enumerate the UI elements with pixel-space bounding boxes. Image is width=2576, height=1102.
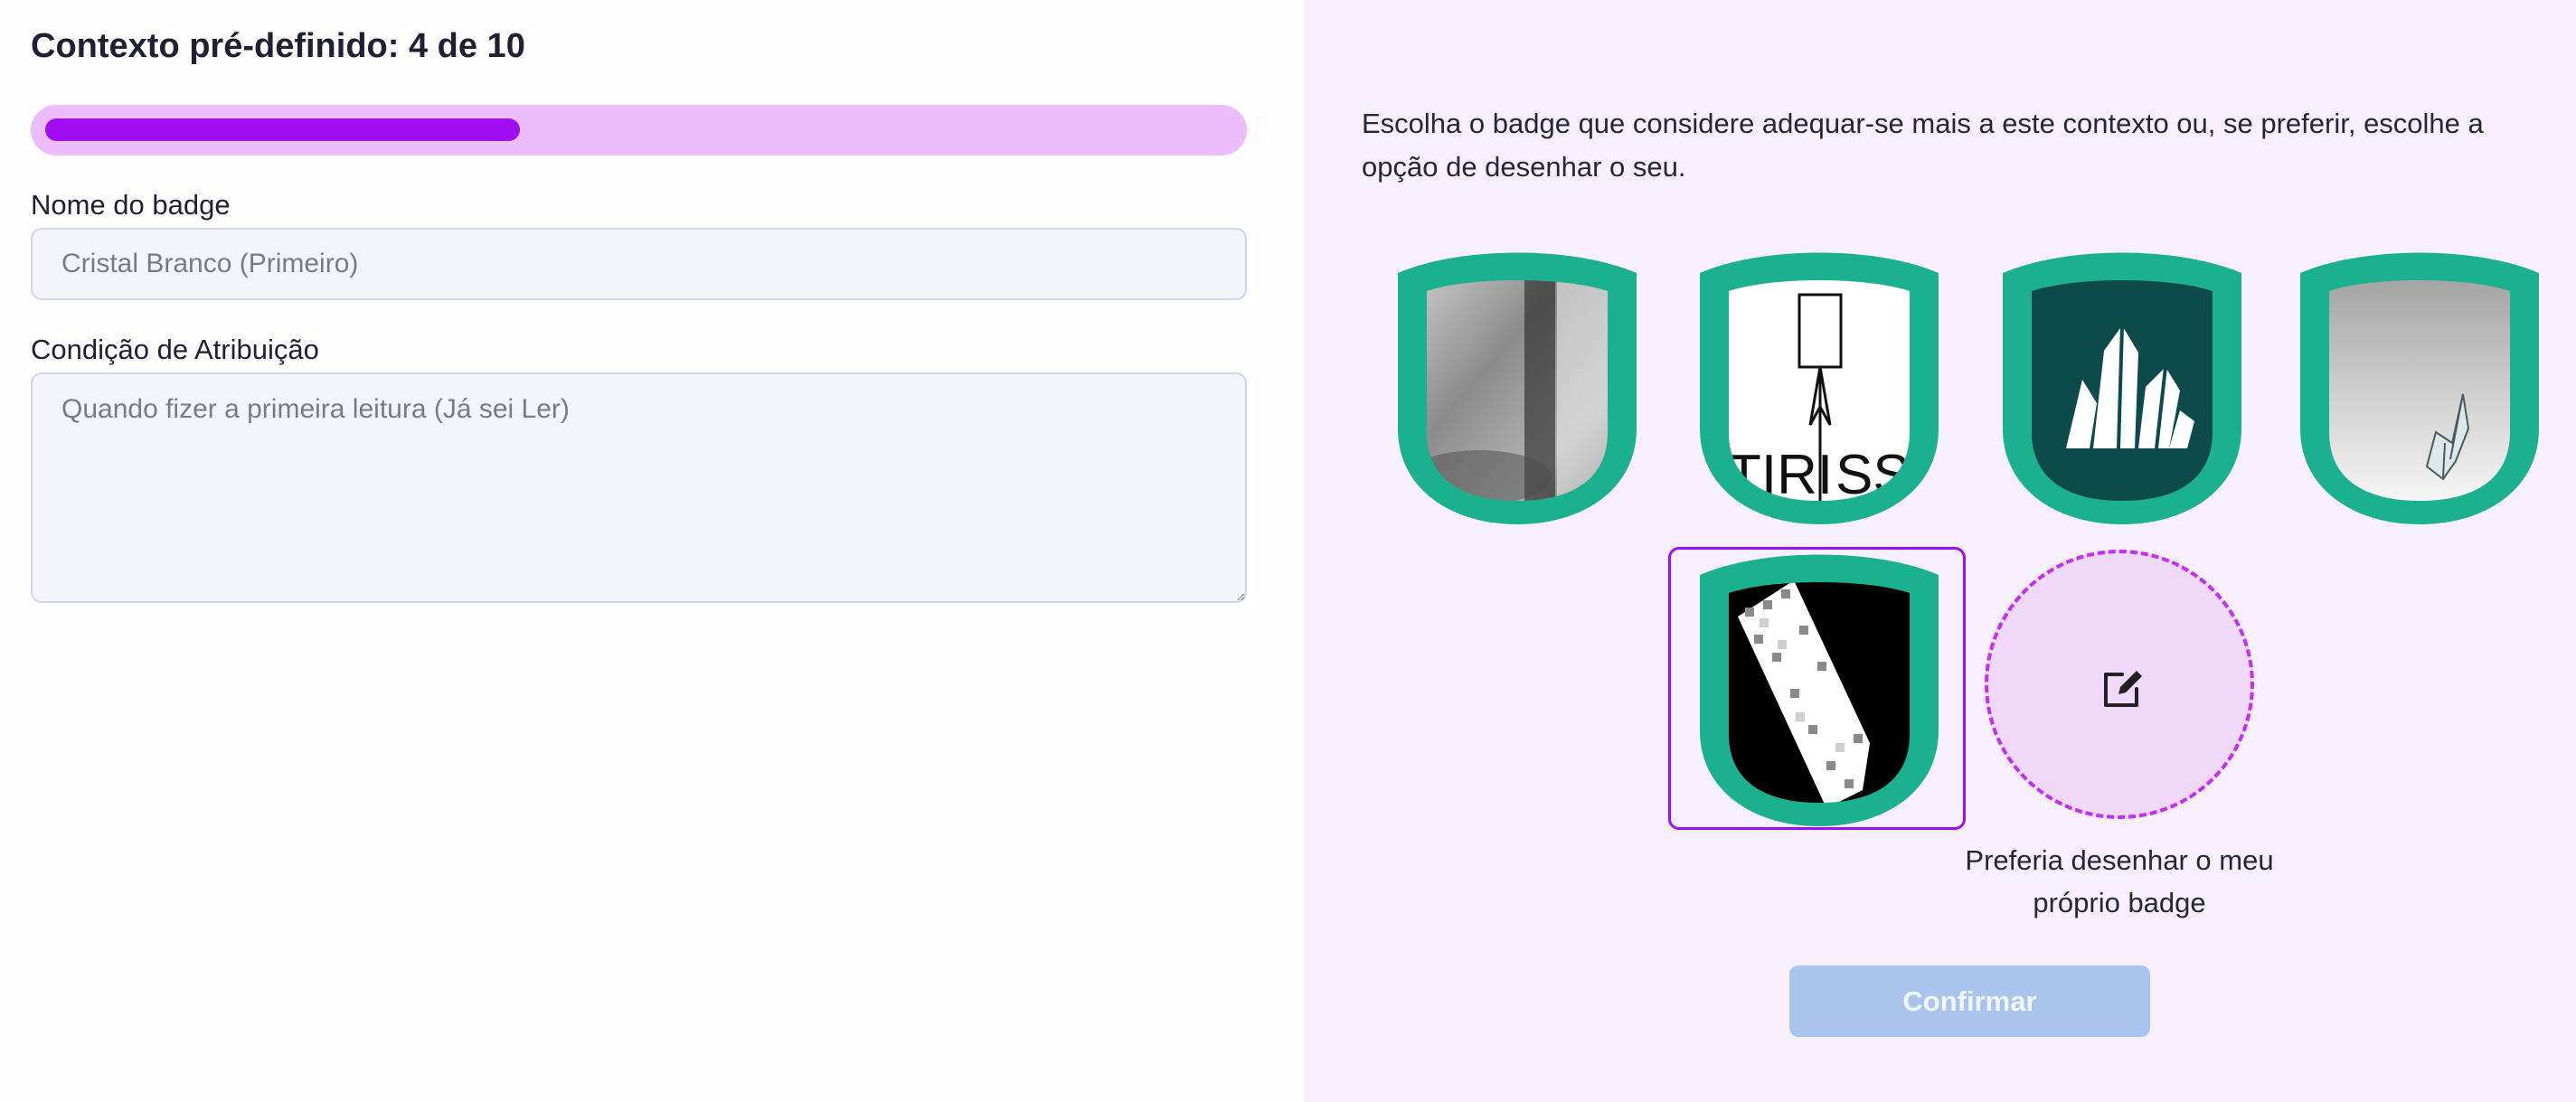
badge-name-label: Nome do badge: [31, 189, 231, 221]
badge-form-panel: Contexto pré-definido: 4 de 10 Nome do b…: [0, 0, 1304, 1102]
draw-own-badge-button[interactable]: [1985, 550, 2254, 819]
edit-icon: [2104, 671, 2142, 707]
pixel-crystal-badge-icon: [1700, 554, 1939, 826]
badge-option-2[interactable]: TIRI SS: [1700, 251, 1939, 524]
confirm-button[interactable]: Confirmar: [1789, 965, 2150, 1037]
draw-own-badge-caption: Preferia desenhar o meu próprio badge: [1965, 844, 2274, 918]
badge-option-4[interactable]: [2300, 251, 2539, 524]
condition-label: Condição de Atribuição: [31, 334, 319, 365]
progress-bar-fill: [45, 118, 520, 141]
badge-picker-instructions: Escolha o badge que considere adequar-se…: [1362, 108, 2484, 183]
badge-option-1[interactable]: [1398, 251, 1637, 524]
condition-textarea[interactable]: Quando fizer a primeira leitura (Já sei …: [31, 372, 1247, 603]
sword-text-badge-icon: TIRI SS: [1700, 252, 1939, 524]
page-title: Contexto pré-definido: 4 de 10: [31, 27, 525, 65]
crystal-cluster-badge-icon: [2003, 252, 2241, 524]
progress-bar: [31, 105, 1247, 155]
badge-name-input[interactable]: [31, 228, 1247, 300]
badge-option-5[interactable]: [1668, 547, 1966, 830]
grayscale-photo-badge-icon: [1398, 252, 1637, 524]
badge-option-3[interactable]: [2003, 251, 2241, 524]
origami-crystal-badge-icon: [2300, 252, 2539, 524]
